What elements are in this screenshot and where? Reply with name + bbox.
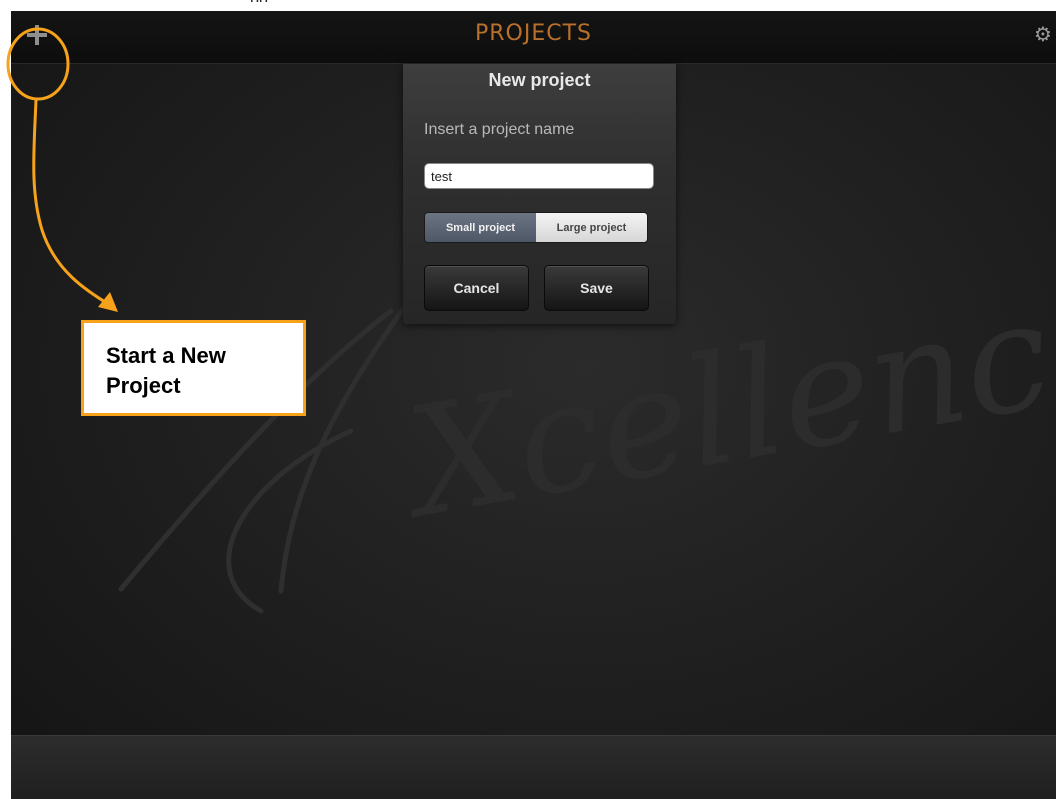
callout-line-1: Start a New (106, 343, 226, 368)
project-size-segmented-control: Small project Large project (424, 212, 648, 243)
cancel-button[interactable]: Cancel (424, 265, 529, 311)
project-name-input[interactable] (424, 163, 654, 189)
gear-icon: ⚙ (1034, 22, 1052, 46)
callout-line-2: Project (106, 373, 181, 398)
dialog-prompt: Insert a project name (424, 121, 575, 138)
small-project-segment[interactable]: Small project (425, 213, 536, 242)
top-caption-fragment: pp (0, 0, 1056, 2)
start-new-project-callout: Start a New Project (81, 320, 306, 416)
dialog-title: New project (488, 70, 591, 90)
large-project-segment[interactable]: Large project (536, 213, 647, 242)
save-button[interactable]: Save (544, 265, 649, 311)
navbar: PROJECTS ⚙ (11, 11, 1056, 64)
settings-button[interactable]: ⚙ (1032, 23, 1054, 45)
new-project-dialog: New project Insert a project name Small … (403, 64, 676, 324)
page-title: PROJECTS (474, 21, 593, 46)
bottom-toolbar (11, 735, 1056, 799)
